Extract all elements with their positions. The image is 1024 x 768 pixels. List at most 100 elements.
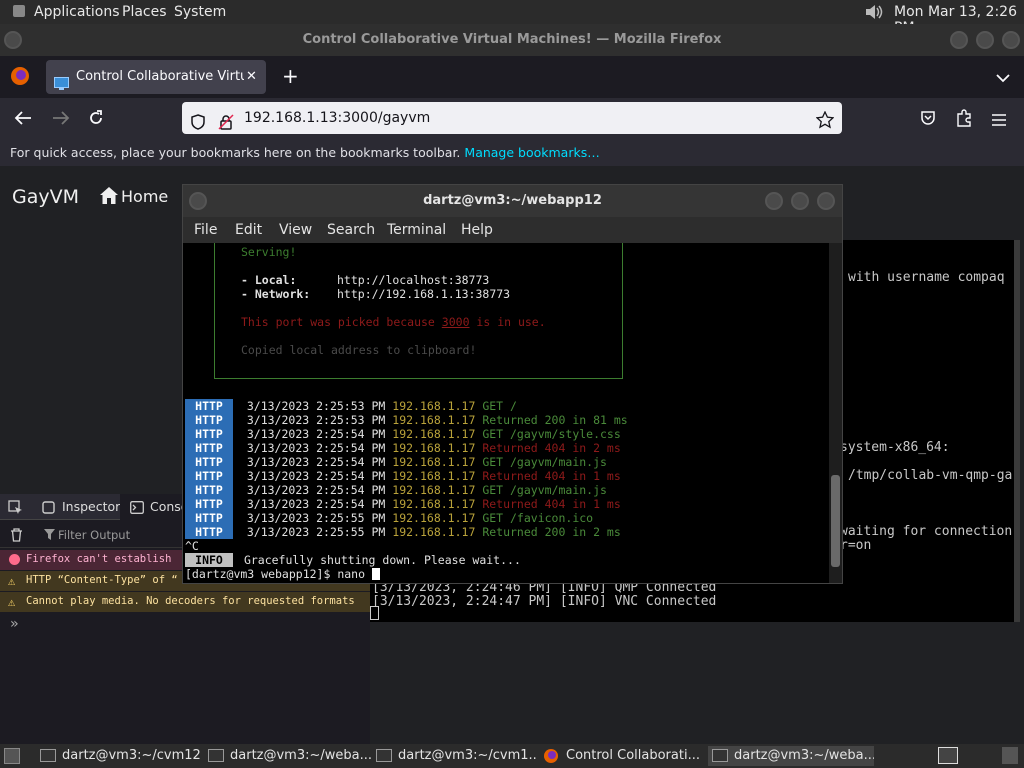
terminal-cursor <box>371 568 380 580</box>
url-bar[interactable]: 192.168.1.13:3000/gayvm <box>182 102 842 134</box>
maximize-button[interactable] <box>976 31 994 49</box>
bookmark-star-icon[interactable] <box>815 109 835 141</box>
port-msg-post: is in use. <box>469 315 546 329</box>
port-number: 3000 <box>441 315 470 329</box>
shield-icon[interactable] <box>190 110 206 142</box>
back-icon[interactable] <box>14 110 32 130</box>
terminal-titlebar[interactable]: dartz@vm3:~/webapp12 <box>183 185 842 217</box>
error-text: Firefox can't establish <box>26 553 172 565</box>
log-message: GET /favicon.ico <box>482 511 594 525</box>
tab-inspector[interactable]: Inspector <box>62 499 120 514</box>
show-desktop-icon[interactable] <box>4 748 20 764</box>
terminal-close-button[interactable] <box>817 192 835 210</box>
workspace-switcher-icon[interactable] <box>938 747 958 764</box>
home-link[interactable]: Home <box>121 187 168 206</box>
terminal-window[interactable]: dartz@vm3:~/webapp12 File Edit View Sear… <box>182 184 843 584</box>
tab-bar: Control Collaborative Virtual Machines! … <box>0 56 1024 98</box>
insecure-lock-icon[interactable] <box>218 110 234 142</box>
terminal-scrollbar[interactable] <box>829 243 842 583</box>
site-brand[interactable]: GayVM <box>12 186 79 208</box>
close-window-button[interactable] <box>1002 31 1020 49</box>
log-time: 3/13/2023 2:25:54 PM <box>246 497 386 511</box>
console-message-warning[interactable]: ⚠ Cannot play media. No decoders for req… <box>0 592 370 612</box>
log-message: GET /gayvm/main.js <box>482 455 607 469</box>
taskbar-item[interactable]: dartz@vm3:~/weba... <box>204 746 374 766</box>
http-badge: HTTP <box>185 399 233 413</box>
menu-applications[interactable]: Applications <box>34 4 120 20</box>
terminal-menubar: File Edit View Search Terminal Help <box>183 217 842 243</box>
taskbar-item[interactable]: Control Collaborati... <box>540 746 706 766</box>
home-icon[interactable] <box>100 187 118 208</box>
log-line: HTTP 3/13/2023 2:25:53 PM 192.168.1.17 G… <box>185 399 517 413</box>
term-menu-help[interactable]: Help <box>461 222 493 238</box>
term-menu-file[interactable]: File <box>194 222 217 238</box>
log-ip: 192.168.1.17 <box>392 399 476 413</box>
hamburger-menu-icon[interactable] <box>992 111 1006 130</box>
top-panel: Applications Places System Mon Mar 13, 2… <box>0 0 1024 36</box>
taskbar-item[interactable]: dartz@vm3:~/cvm12 <box>36 746 226 766</box>
terminal-window-menu-button[interactable] <box>189 192 207 210</box>
applications-icon[interactable] <box>12 4 26 22</box>
log-line: HTTP 3/13/2023 2:25:54 PM 192.168.1.17 R… <box>185 469 621 483</box>
log-time: 3/13/2023 2:25:54 PM <box>246 427 386 441</box>
term-menu-terminal[interactable]: Terminal <box>387 222 446 238</box>
taskbar-item-active[interactable]: dartz@vm3:~/weba... <box>708 746 874 766</box>
element-picker-icon[interactable] <box>8 500 23 518</box>
log-ip: 192.168.1.17 <box>392 441 476 455</box>
warning-text: Cannot play media. No decoders for reque… <box>26 595 355 607</box>
taskbar-item[interactable]: dartz@vm3:~/cvm1... <box>372 746 538 766</box>
terminal-maximize-button[interactable] <box>791 192 809 210</box>
url-text: 192.168.1.13:3000/gayvm <box>244 110 431 126</box>
console-icon <box>130 501 144 517</box>
log-ip: 192.168.1.17 <box>392 525 476 539</box>
pocket-icon[interactable] <box>920 110 936 130</box>
console-input-prompt[interactable]: » <box>10 616 18 632</box>
term-menu-search[interactable]: Search <box>327 222 375 238</box>
volume-icon[interactable] <box>864 3 884 25</box>
manage-bookmarks-link[interactable]: Manage bookmarks… <box>464 145 599 160</box>
warning-icon: ⚠ <box>8 595 16 609</box>
reload-icon[interactable] <box>88 110 104 130</box>
terminal-output[interactable]: Serving! - Local: http://localhost:38773… <box>183 243 829 583</box>
log-ip: 192.168.1.17 <box>392 511 476 525</box>
http-badge: HTTP <box>185 497 233 511</box>
terminal-minimize-button[interactable] <box>765 192 783 210</box>
vm-scrollbar[interactable] <box>1014 240 1020 622</box>
log-line: HTTP 3/13/2023 2:25:54 PM 192.168.1.17 G… <box>185 455 607 469</box>
vm-text-line: with username compaq <box>848 270 1005 285</box>
new-tab-button[interactable]: + <box>282 64 299 88</box>
trash-applet-icon[interactable] <box>1002 747 1018 764</box>
log-time: 3/13/2023 2:25:54 PM <box>246 455 386 469</box>
window-menu-button[interactable] <box>4 31 22 49</box>
log-ip: 192.168.1.17 <box>392 469 476 483</box>
firefox-icon <box>543 748 559 766</box>
firefox-icon[interactable] <box>10 66 30 90</box>
log-message: Returned 200 in 81 ms <box>482 413 628 427</box>
http-badge: HTTP <box>185 511 233 525</box>
tab-console[interactable]: Conso <box>120 494 188 520</box>
menu-system[interactable]: System <box>174 4 226 20</box>
http-badge: HTTP <box>185 441 233 455</box>
log-line: HTTP 3/13/2023 2:25:55 PM 192.168.1.17 R… <box>185 525 621 539</box>
trash-icon[interactable] <box>10 528 23 545</box>
log-message: GET /gayvm/style.css <box>482 427 621 441</box>
http-badge: HTTP <box>185 427 233 441</box>
term-menu-view[interactable]: View <box>279 222 312 238</box>
firefox-titlebar[interactable]: Control Collaborative Virtual Machines! … <box>0 24 1024 56</box>
vm-text-line: r=on <box>840 538 872 553</box>
tab-close-icon[interactable]: ✕ <box>246 60 257 94</box>
extensions-icon[interactable] <box>956 109 972 131</box>
minimize-button[interactable] <box>950 31 968 49</box>
list-tabs-icon[interactable] <box>996 68 1010 87</box>
menu-places[interactable]: Places <box>122 4 167 20</box>
local-url: http://localhost:38773 <box>337 273 490 287</box>
tab-active[interactable]: Control Collaborative Virtual Machines! … <box>46 60 266 94</box>
log-message: GET / <box>482 399 517 413</box>
terminal-scrollbar-thumb[interactable] <box>831 475 840 567</box>
inspector-icon[interactable] <box>42 501 55 517</box>
term-menu-edit[interactable]: Edit <box>235 222 262 238</box>
log-time: 3/13/2023 2:25:55 PM <box>246 511 386 525</box>
taskbar: dartz@vm3:~/cvm12 dartz@vm3:~/weba... da… <box>0 744 1024 768</box>
filter-output-input[interactable]: Filter Output <box>58 528 130 542</box>
forward-icon[interactable] <box>52 110 70 130</box>
